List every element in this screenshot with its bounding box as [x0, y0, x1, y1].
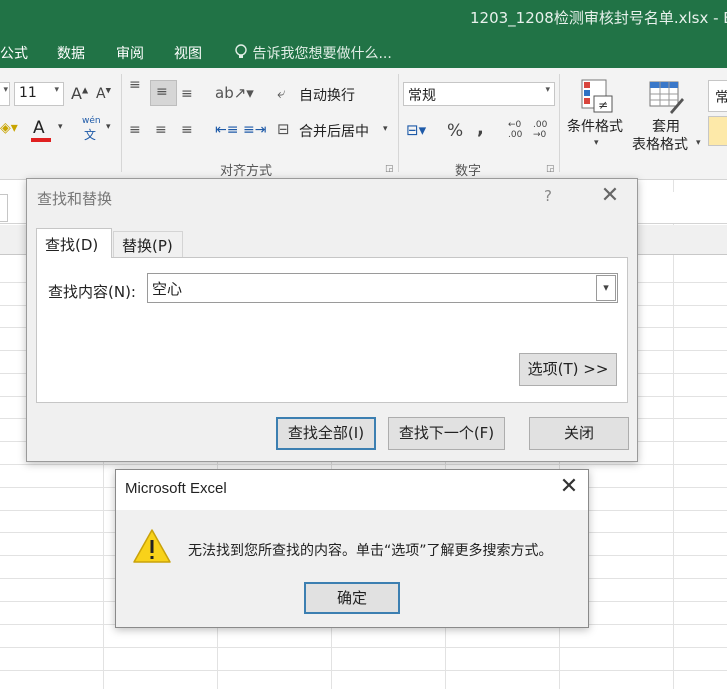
currency-icon[interactable]: ⊟▾	[406, 121, 426, 139]
conditional-format-label: 条件格式	[567, 119, 623, 135]
cell-style-normal-label: 常	[715, 90, 727, 106]
tell-me-text: 告诉我您想要做什么...	[252, 46, 392, 62]
font-name-combo-edge[interactable]: ▾	[0, 82, 10, 106]
font-size-value: 11	[19, 85, 37, 101]
merge-cells-icon: ⊟	[277, 120, 290, 138]
cell-style-normal[interactable]: 常	[708, 80, 727, 112]
lightbulb-icon	[234, 44, 252, 62]
number-format-combo[interactable]: 常规 ▾	[403, 82, 555, 106]
orientation-icon[interactable]: ab↗▾	[215, 84, 254, 102]
conditional-formatting-button[interactable]: ≠ 条件格式 ▾	[563, 76, 629, 160]
dialog-launcher-icon[interactable]: ◲	[546, 164, 555, 174]
tab-review[interactable]: 审阅	[116, 43, 144, 63]
chevron-down-icon: ▾	[545, 85, 550, 95]
message-box: Microsoft Excel ✕ 无法找到您所查找的内容。单击“选项”了解更多…	[115, 469, 589, 628]
options-button[interactable]: 选项(T) >>	[519, 353, 617, 386]
format-table-icon	[648, 78, 684, 118]
font-size-combo[interactable]: 11 ▾	[14, 82, 64, 106]
group-separator	[559, 74, 560, 172]
warning-icon	[132, 528, 172, 568]
pinyin-icon[interactable]: wén	[82, 116, 101, 126]
dialog-title: 查找和替换	[37, 190, 113, 208]
align-right-icon[interactable]: ≡	[181, 122, 193, 138]
number-group-label: 数字	[455, 164, 482, 179]
merge-center-label: 合并后居中	[299, 124, 369, 140]
chevron-down-icon[interactable]: ▾	[596, 275, 616, 301]
increase-indent-icon[interactable]: ≡⇥	[243, 122, 266, 138]
close-icon[interactable]: ✕	[556, 474, 582, 499]
ribbon-tabs: 公式 数据 审阅 视图 告诉我您想要做什么...	[0, 38, 727, 68]
tab-find[interactable]: 查找(D)	[36, 228, 112, 258]
dialog-launcher-icon[interactable]: ◲	[385, 164, 394, 174]
tab-data[interactable]: 数据	[57, 43, 85, 63]
message-box-title: Microsoft Excel	[125, 480, 227, 497]
percent-icon[interactable]: %	[447, 121, 463, 141]
decrease-indent-icon[interactable]: ⇤≡	[215, 122, 238, 138]
align-middle-icon: ≡	[156, 84, 168, 100]
ok-button[interactable]: 确定	[304, 582, 400, 614]
find-replace-dialog: 查找和替换 ? ✕ 查找(D) 替换(P) 查找内容(N): 空心 ▾ 选项(T…	[26, 178, 638, 462]
number-format-value: 常规	[408, 88, 436, 104]
increase-decimal-icon[interactable]: ←0 .00	[508, 120, 530, 140]
find-next-button[interactable]: 查找下一个(F)	[388, 417, 505, 450]
message-box-body: 无法找到您所查找的内容。单击“选项”了解更多搜索方式。 确定	[116, 510, 588, 627]
align-left-icon[interactable]: ≡	[129, 122, 141, 138]
font-color-icon[interactable]: A	[33, 118, 45, 138]
chevron-down-icon[interactable]: ▾	[58, 122, 63, 132]
help-button[interactable]: ?	[544, 187, 552, 205]
group-separator	[398, 74, 399, 172]
chevron-down-icon: ▾	[383, 124, 388, 134]
format-table-label-2: 表格格式	[632, 137, 688, 153]
align-top-icon[interactable]: ≡	[129, 78, 141, 92]
cell-style-neutral[interactable]	[708, 116, 727, 146]
comma-icon[interactable]: ,	[477, 118, 484, 139]
close-icon[interactable]: ✕	[597, 183, 623, 208]
find-what-label: 查找内容(N):	[48, 283, 136, 301]
close-button[interactable]: 关闭	[529, 417, 629, 450]
conditional-format-icon: ≠	[580, 78, 616, 118]
chevron-down-icon[interactable]: ▾	[106, 122, 111, 132]
format-as-table-button[interactable]: 套用 表格格式 ▾	[630, 76, 706, 160]
ribbon: ▾ 11 ▾ A▲ A▼ ◈▾ A ▾ wén 文 ▾ ≡ ≡ ≡ ab↗▾ ≡…	[0, 68, 727, 180]
decrease-decimal-icon[interactable]: .00 →0	[533, 120, 555, 140]
format-table-label-1: 套用	[652, 119, 680, 135]
align-center-icon[interactable]: ≡	[155, 122, 167, 138]
decrease-font-icon[interactable]: A▼	[96, 86, 111, 102]
font-color-bar	[31, 138, 51, 142]
tab-view[interactable]: 视图	[174, 43, 202, 63]
align-bottom-icon[interactable]: ≡	[181, 86, 193, 102]
wrap-text-icon: ⤶	[277, 84, 286, 102]
wrap-text-label: 自动换行	[299, 88, 355, 104]
find-panel: 查找内容(N): 空心 ▾ 选项(T) >>	[36, 257, 628, 403]
pinyin-char: 文	[84, 128, 97, 142]
fill-color-icon[interactable]: ◈▾	[0, 120, 18, 136]
title-bar: 1203_1208检测审核封号名单.xlsx - Ex	[0, 0, 727, 38]
message-text: 无法找到您所查找的内容。单击“选项”了解更多搜索方式。	[188, 543, 553, 559]
tell-me-box[interactable]: 告诉我您想要做什么...	[234, 43, 392, 63]
find-what-input[interactable]: 空心	[147, 273, 618, 303]
chevron-down-icon: ▾	[696, 138, 701, 148]
increase-font-icon[interactable]: A▲	[71, 84, 88, 103]
alignment-group-label: 对齐方式	[220, 164, 273, 179]
window-title: 1203_1208检测审核封号名单.xlsx - Ex	[470, 9, 727, 27]
tab-replace[interactable]: 替换(P)	[113, 231, 183, 258]
find-all-button[interactable]: 查找全部(I)	[276, 417, 376, 450]
tab-formulas[interactable]: 公式	[0, 43, 28, 63]
group-separator	[121, 74, 122, 172]
wrap-text-button[interactable]: ⤶ 自动换行	[275, 82, 395, 108]
chevron-down-icon: ▾	[594, 138, 599, 148]
chevron-down-icon: ▾	[54, 85, 59, 95]
merge-center-button[interactable]: ⊟ 合并后居中 ▾	[275, 118, 395, 144]
name-box-edge[interactable]	[0, 194, 8, 222]
align-middle-button[interactable]: ≡	[150, 80, 177, 106]
svg-text:≠: ≠	[598, 98, 608, 112]
